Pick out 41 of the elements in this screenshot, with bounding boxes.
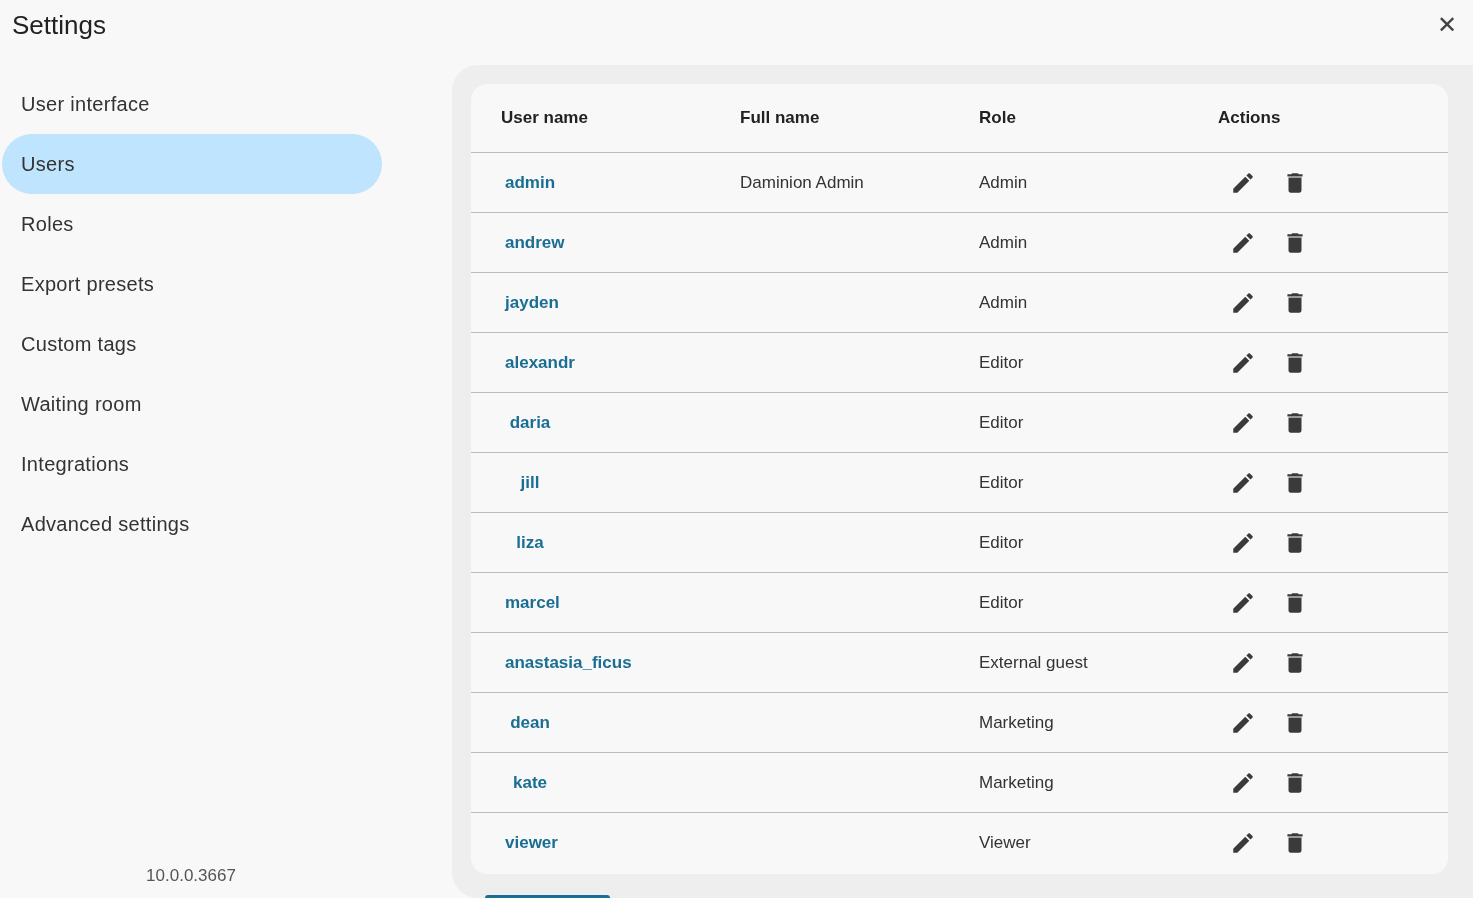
column-header: Full name xyxy=(739,108,821,128)
column-header: Role xyxy=(978,108,1017,128)
role-cell: Editor xyxy=(979,532,1024,552)
user-name-link[interactable]: alexandr xyxy=(505,352,575,373)
column-header: User name xyxy=(500,108,589,128)
sidebar-item[interactable]: Roles xyxy=(2,194,382,254)
role-cell: Marketing xyxy=(979,772,1054,792)
user-name-link[interactable]: anastasia_ficus xyxy=(505,652,632,673)
user-name-link[interactable]: marcel xyxy=(505,592,560,613)
role-cell: Admin xyxy=(979,292,1028,312)
version-label: 10.0.0.3667 xyxy=(145,866,237,887)
close-button[interactable]: ✕ xyxy=(1433,11,1461,39)
role-cell: Editor xyxy=(979,412,1024,432)
user-name-link[interactable]: jayden xyxy=(505,292,559,313)
user-name-link[interactable]: liza xyxy=(505,532,555,553)
column-header: Actions xyxy=(1217,108,1282,128)
sidebar-item[interactable]: Export presets xyxy=(2,254,382,314)
role-cell: Admin xyxy=(979,172,1028,192)
user-name-link[interactable]: dean xyxy=(505,712,555,733)
user-name-link[interactable]: andrew xyxy=(505,232,565,253)
role-cell: Editor xyxy=(979,592,1024,612)
sidebar-item[interactable]: Advanced settings xyxy=(2,494,382,554)
user-name-link[interactable]: jill xyxy=(505,472,555,493)
user-name-link[interactable]: daria xyxy=(505,412,555,433)
role-cell: Viewer xyxy=(979,833,1031,852)
role-cell: Editor xyxy=(979,472,1024,492)
role-cell: External guest xyxy=(979,652,1088,672)
full-name-cell: Daminion Admin xyxy=(740,172,864,192)
user-name-link[interactable]: kate xyxy=(505,772,555,793)
sidebar-item[interactable]: Custom tags xyxy=(2,314,382,374)
sidebar-item[interactable]: Users xyxy=(2,134,382,194)
user-name-link[interactable]: viewer xyxy=(505,833,558,853)
role-cell: Editor xyxy=(979,352,1024,372)
role-cell: Admin xyxy=(979,232,1028,252)
role-cell: Marketing xyxy=(979,712,1054,732)
sidebar-item[interactable]: Waiting room xyxy=(2,374,382,434)
sidebar-item[interactable]: Integrations xyxy=(2,434,382,494)
sidebar-item[interactable]: User interface xyxy=(2,74,382,134)
window-title: Settings xyxy=(12,9,106,41)
edit-pencil-icon[interactable] xyxy=(1230,830,1256,856)
user-name-link[interactable]: admin xyxy=(505,172,556,193)
